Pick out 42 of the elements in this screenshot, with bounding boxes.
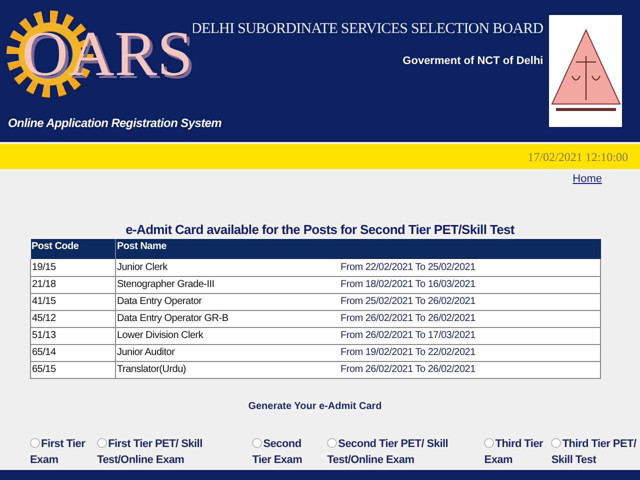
radio-button[interactable] — [484, 438, 494, 448]
generate-label: Generate Your e-Admit Card — [248, 400, 382, 414]
radio-option[interactable]: Third Tier Exam — [484, 436, 546, 468]
tagline: Online Application Registration System — [8, 115, 222, 132]
radio-button[interactable] — [327, 438, 338, 448]
table-cell: From 22/02/2021 To 25/02/2021 — [340, 259, 600, 276]
table-cell: Data Entry Operator GR-B — [116, 310, 340, 327]
table-cell: From 18/02/2021 To 16/03/2021 — [340, 276, 600, 293]
radio-option[interactable]: Second Tier Exam — [252, 436, 322, 468]
board-title: DELHI SUBORDINATE SERVICES SELECTION BOARD — [191, 20, 544, 39]
column-header: Post Code — [30, 239, 116, 259]
table-cell: From 25/02/2021 To 26/02/2021 — [340, 293, 600, 310]
table-cell: Data Entry Operator — [116, 293, 340, 310]
table-cell: From 26/02/2021 To 26/02/2021 — [340, 310, 600, 327]
table-cell: Stenographer Grade-III — [116, 276, 340, 293]
table-cell: 51/13 — [30, 327, 116, 344]
radio-option[interactable]: First Tier Exam — [30, 436, 92, 468]
table-cell: 21/18 — [30, 276, 116, 293]
table-cell: Junior Clerk — [116, 259, 340, 276]
table-cell: 19/15 — [30, 259, 116, 276]
table-cell: From 26/02/2021 To 26/02/2021 — [340, 361, 600, 378]
radio-button[interactable] — [252, 438, 262, 448]
column-header: Post Name — [116, 239, 340, 259]
table-cell: From 19/02/2021 To 22/02/2021 — [340, 344, 600, 361]
section-heading: e-Admit Card available for the Posts for Second Tier PET/Skill Test — [126, 220, 514, 238]
table-cell: Junior Auditor — [116, 344, 340, 361]
radio-button[interactable] — [30, 438, 40, 448]
table-cell: Lower Division Clerk — [116, 327, 340, 344]
radio-option[interactable]: Third Tier PET/ Skill Test — [551, 436, 640, 468]
radio-button[interactable] — [551, 438, 562, 448]
table-cell: From 26/02/2021 To 17/03/2021 — [340, 327, 600, 344]
radio-option[interactable]: Second Tier PET/ Skill Test/Online Exam — [327, 436, 450, 468]
table-cell: 45/12 — [30, 310, 116, 327]
table-cell: 65/14 — [30, 344, 116, 361]
table-cell: Translator(Urdu) — [116, 361, 340, 378]
table-cell: 65/15 — [30, 361, 116, 378]
home-link[interactable]: Home — [572, 171, 602, 188]
table-cell: 41/15 — [30, 293, 116, 310]
radio-option[interactable]: First Tier PET/ Skill Test/Online Exam — [97, 436, 220, 468]
radio-button[interactable] — [97, 438, 108, 448]
government-subtitle: Goverment of NCT of Delhi — [402, 54, 544, 68]
datetime-text: 17/02/2021 12:10:00 — [528, 148, 628, 166]
